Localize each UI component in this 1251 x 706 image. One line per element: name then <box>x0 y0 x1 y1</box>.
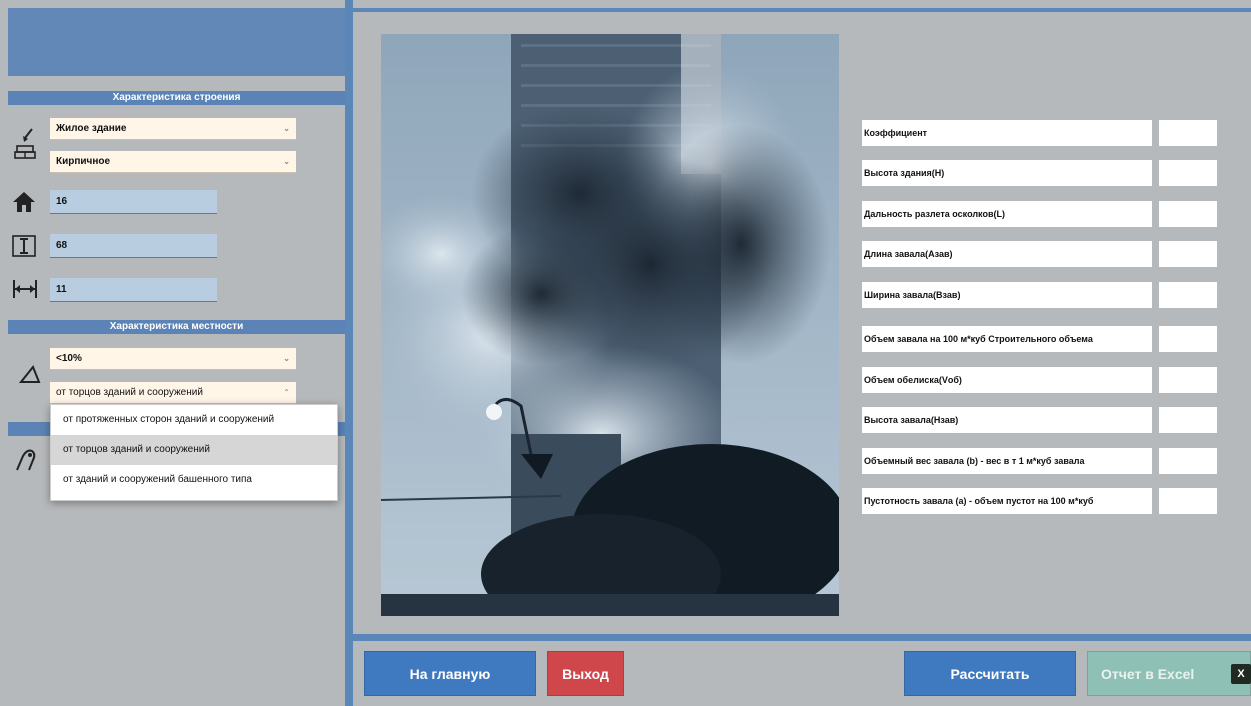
result-label: Высота завала(Нзав) <box>862 407 1152 433</box>
result-label: Ширина завала(Взав) <box>862 282 1152 308</box>
result-value[interactable] <box>1159 241 1217 267</box>
building-section-header: Характеристика строения <box>8 91 345 105</box>
excel-report-button[interactable]: Отчет в Excel <box>1087 651 1251 696</box>
chevron-down-icon: ⌄ <box>283 157 290 166</box>
floors-input[interactable]: 16 <box>50 190 217 214</box>
left-panel: Характеристика строения Жилое здание ⌄ К… <box>0 0 345 706</box>
dropdown-option[interactable]: от протяженных сторон зданий и сооружени… <box>51 405 337 435</box>
result-label: Объем завала на 100 м*куб Строительного … <box>862 326 1152 352</box>
bottom-separator <box>353 634 1251 641</box>
result-value[interactable] <box>1159 201 1217 227</box>
chevron-up-icon: ⌃ <box>283 388 290 397</box>
result-value[interactable] <box>1159 282 1217 308</box>
brick-trowel-icon <box>14 126 38 166</box>
result-label: Длина завала(Азав) <box>862 241 1152 267</box>
chevron-down-icon: ⌄ <box>283 354 290 363</box>
result-label: Коэффициент <box>862 120 1152 146</box>
chevron-down-icon: ⌄ <box>283 124 290 133</box>
direction-value: от торцов зданий и сооружений <box>56 387 203 398</box>
excel-icon: X <box>1231 664 1251 684</box>
house-icon <box>12 191 36 217</box>
material-value: Кирпичное <box>56 156 111 167</box>
tool-icon <box>14 446 40 476</box>
result-label: Дальность разлета осколков(L) <box>862 201 1152 227</box>
dropdown-option[interactable]: от зданий и сооружений башенного типа <box>51 465 337 495</box>
width-input[interactable]: 11 <box>50 278 217 302</box>
result-value[interactable] <box>1159 160 1217 186</box>
result-label: Объем обелиска(Vоб) <box>862 367 1152 393</box>
result-value[interactable] <box>1159 407 1217 433</box>
exit-button[interactable]: Выход <box>547 651 624 696</box>
result-label: Объемный вес завала (b) - вес в т 1 м*ку… <box>862 448 1152 474</box>
building-type-select[interactable]: Жилое здание ⌄ <box>50 118 296 140</box>
terrain-section-header: Характеристика местности <box>8 320 345 334</box>
result-value[interactable] <box>1159 488 1217 514</box>
height-input[interactable]: 68 <box>50 234 217 258</box>
result-value[interactable] <box>1159 448 1217 474</box>
material-select[interactable]: Кирпичное ⌄ <box>50 151 296 173</box>
building-photo <box>381 34 839 616</box>
dropdown-option-selected[interactable]: от торцов зданий и сооружений <box>51 435 337 465</box>
left-header-block <box>8 8 345 76</box>
triangle-icon <box>18 364 42 388</box>
slope-value: <10% <box>56 353 82 364</box>
result-value[interactable] <box>1159 120 1217 146</box>
panel-splitter[interactable] <box>345 0 353 706</box>
direction-select[interactable]: от торцов зданий и сооружений ⌃ <box>50 382 296 404</box>
result-value[interactable] <box>1159 367 1217 393</box>
slope-select[interactable]: <10% ⌄ <box>50 348 296 370</box>
top-accent-bar <box>353 8 1251 12</box>
result-value[interactable] <box>1159 326 1217 352</box>
width-icon <box>12 278 38 304</box>
result-label: Высота здания(Н) <box>862 160 1152 186</box>
building-type-value: Жилое здание <box>56 123 127 134</box>
calculate-button[interactable]: Рассчитать <box>904 651 1076 696</box>
home-button[interactable]: На главную <box>364 651 536 696</box>
result-label: Пустотность завала (a) - объем пустот на… <box>862 488 1152 514</box>
direction-dropdown-list: от протяженных сторон зданий и сооружени… <box>50 404 338 501</box>
height-icon <box>12 235 36 261</box>
